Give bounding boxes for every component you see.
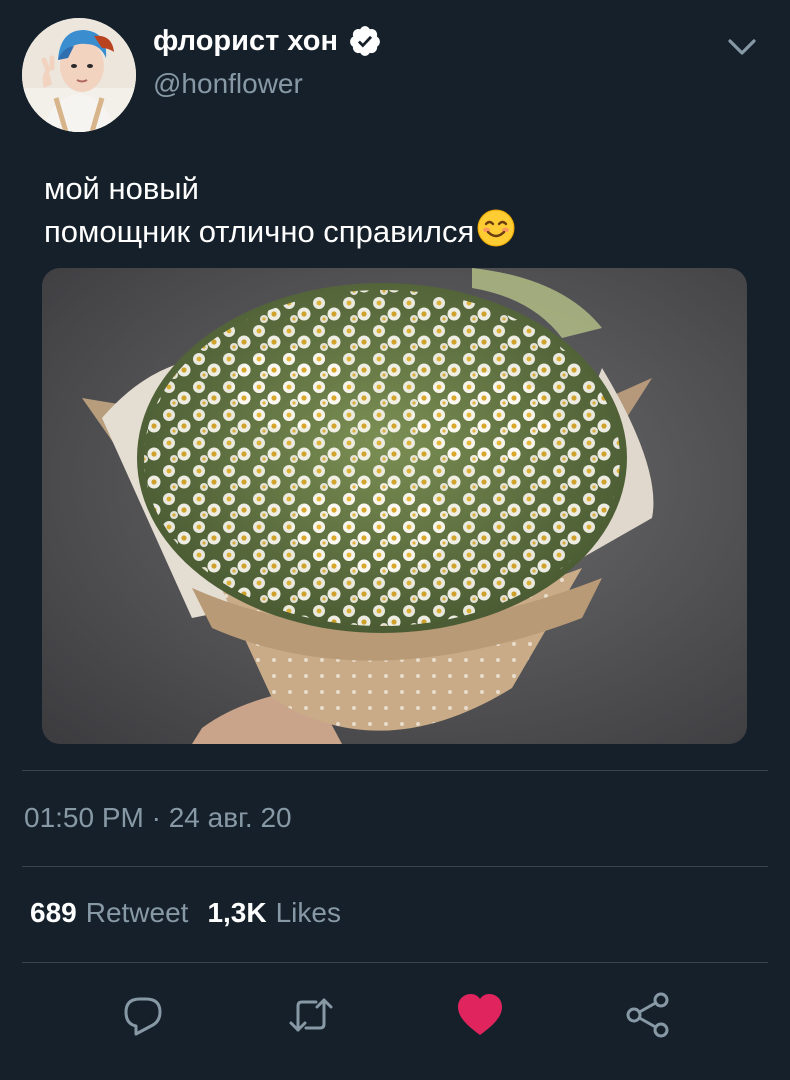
like-button[interactable] xyxy=(455,990,505,1040)
tweet-text-line: помощник отлично справился xyxy=(44,214,475,249)
retweets-label[interactable]: Retweet xyxy=(86,897,189,929)
divider xyxy=(22,866,768,867)
avatar[interactable] xyxy=(22,18,136,132)
tweet-menu-button[interactable] xyxy=(722,30,762,64)
reply-icon xyxy=(124,997,162,1036)
retweet-button[interactable] xyxy=(286,990,336,1040)
retweet-icon xyxy=(289,998,333,1032)
author-name-text: флорист хон xyxy=(153,24,338,57)
smiling-face-emoji xyxy=(477,209,515,247)
retweets-count[interactable]: 689 xyxy=(30,897,77,929)
heart-icon xyxy=(458,994,502,1035)
likes-count[interactable]: 1,3K xyxy=(207,897,266,929)
divider xyxy=(22,962,768,963)
tweet-timestamp[interactable]: 01:50 PM · 24 авг. 20 xyxy=(24,802,292,834)
share-button[interactable] xyxy=(623,990,673,1040)
divider xyxy=(22,770,768,771)
author-name[interactable]: флорист хон xyxy=(153,24,382,58)
tweet-detail: флорист хон @honflower мой новый помощни… xyxy=(0,0,790,1080)
tweet-text-line: мой новый xyxy=(44,171,199,206)
author-handle[interactable]: @honflower xyxy=(153,68,303,100)
engagement-stats: 689 Retweet 1,3K Likes xyxy=(30,897,360,929)
chamomile-bouquet-photo xyxy=(42,268,747,744)
tweet-image[interactable] xyxy=(42,268,747,744)
likes-label[interactable]: Likes xyxy=(276,897,341,929)
reply-button[interactable] xyxy=(118,990,168,1040)
verified-badge-icon xyxy=(350,26,380,56)
share-icon xyxy=(626,992,669,1038)
tweet-text: мой новый помощник отлично справился xyxy=(44,170,744,251)
tweet-text-line-with-emoji: помощник отлично справился xyxy=(44,208,744,251)
avatar-photo xyxy=(22,18,136,132)
chevron-down-icon xyxy=(728,39,756,55)
